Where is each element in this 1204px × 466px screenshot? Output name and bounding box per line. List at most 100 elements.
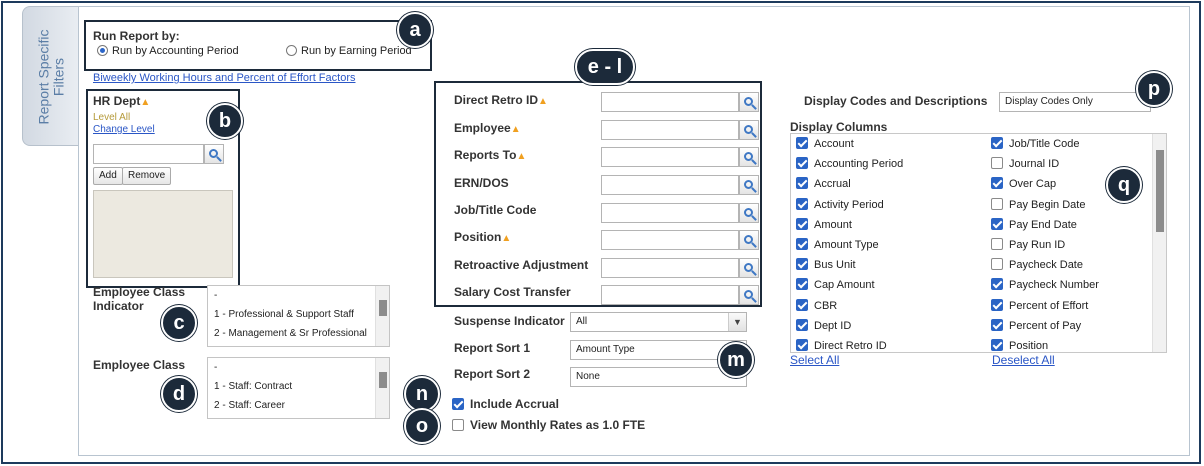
display-column-checkbox[interactable]: Over Cap bbox=[991, 177, 1056, 190]
checkbox-checked-icon bbox=[796, 298, 808, 311]
display-column-checkbox[interactable]: Pay Begin Date bbox=[991, 197, 1085, 211]
scrollbar[interactable] bbox=[1152, 134, 1166, 352]
ern-dos-input[interactable] bbox=[601, 175, 739, 195]
checkbox-checked-icon bbox=[991, 339, 1003, 351]
display-column-checkbox[interactable]: Activity Period bbox=[796, 197, 884, 211]
display-column-checkbox[interactable]: Position bbox=[991, 339, 1048, 352]
position-input[interactable] bbox=[601, 230, 739, 250]
scroll-thumb[interactable] bbox=[1156, 150, 1164, 232]
retroactive-adjustment-search-button[interactable] bbox=[739, 258, 759, 278]
display-column-checkbox[interactable]: Accounting Period bbox=[796, 157, 903, 170]
display-column-checkbox[interactable]: Cap Amount bbox=[796, 278, 875, 291]
display-column-checkbox[interactable]: Direct Retro ID bbox=[796, 339, 887, 352]
include-accrual-checkbox[interactable]: Include Accrual bbox=[452, 397, 559, 411]
list-item[interactable]: 2 - Management & Sr Professional bbox=[208, 324, 389, 343]
checkbox-empty-icon bbox=[991, 238, 1003, 250]
search-icon bbox=[743, 151, 753, 161]
remove-button[interactable]: Remove bbox=[122, 167, 172, 185]
checkbox-checked-icon bbox=[796, 157, 808, 170]
hr-dept-selection-list[interactable] bbox=[93, 190, 233, 278]
display-column-checkbox[interactable]: Paycheck Date bbox=[991, 258, 1083, 271]
badge-o: o bbox=[404, 408, 440, 444]
employee-input[interactable] bbox=[601, 120, 739, 140]
checkbox-checked-icon bbox=[796, 278, 808, 291]
display-codes-select[interactable]: Display Codes Only bbox=[999, 92, 1151, 112]
display-codes-label: Display Codes and Descriptions bbox=[804, 94, 988, 108]
checkbox-checked-icon bbox=[991, 217, 1003, 230]
job-title-code-label: Job/Title Code bbox=[454, 203, 537, 217]
hr-dept-search-button[interactable] bbox=[204, 144, 224, 164]
employee-label: Employee▲ bbox=[454, 121, 521, 135]
run-report-title: Run Report by: bbox=[93, 29, 180, 43]
hr-dept-input[interactable] bbox=[93, 144, 204, 164]
list-item[interactable]: 2 - Staff: Career bbox=[208, 396, 389, 415]
list-item[interactable]: 1 - Professional & Support Staff bbox=[208, 305, 389, 324]
chevron-down-icon[interactable]: ▼ bbox=[728, 313, 746, 331]
radio-earning-period[interactable]: Run by Earning Period bbox=[286, 45, 412, 57]
display-column-checkbox[interactable]: Percent of Effort bbox=[991, 298, 1088, 312]
suspense-indicator-select[interactable]: All ▼ bbox=[570, 312, 747, 332]
display-column-checkbox[interactable]: Paycheck Number bbox=[991, 278, 1099, 291]
display-column-label: Amount bbox=[814, 218, 852, 231]
badge-d: d bbox=[161, 376, 197, 412]
display-column-checkbox[interactable]: Journal ID bbox=[991, 157, 1059, 170]
reports-to-input[interactable] bbox=[601, 147, 739, 167]
change-level-link[interactable]: Change Level bbox=[93, 124, 155, 135]
report-specific-filters-tab[interactable]: Report Specific Filters bbox=[22, 6, 78, 146]
salary-cost-transfer-search-button[interactable] bbox=[739, 285, 759, 305]
list-item[interactable]: - bbox=[208, 286, 389, 305]
employee-class-indicator-list[interactable]: - 1 - Professional & Support Staff 2 - M… bbox=[207, 285, 390, 347]
employee-class-list[interactable]: - 1 - Staff: Contract 2 - Staff: Career bbox=[207, 357, 390, 419]
employee-search-button[interactable] bbox=[739, 120, 759, 140]
display-column-checkbox[interactable]: Pay Run ID bbox=[991, 238, 1065, 251]
monthly-rates-checkbox[interactable]: View Monthly Rates as 1.0 FTE bbox=[452, 418, 645, 432]
display-column-label: Amount Type bbox=[814, 239, 879, 251]
checkbox-empty-icon bbox=[452, 419, 464, 431]
retroactive-adjustment-input[interactable] bbox=[601, 258, 739, 278]
display-column-checkbox[interactable]: Dept ID bbox=[796, 318, 851, 332]
display-column-checkbox[interactable]: Pay End Date bbox=[991, 217, 1077, 231]
checkbox-checked-icon bbox=[991, 278, 1003, 291]
job-title-code-search-button[interactable] bbox=[739, 203, 759, 223]
checkbox-checked-icon bbox=[796, 258, 808, 271]
scroll-thumb[interactable] bbox=[379, 300, 387, 316]
factors-link[interactable]: Biweekly Working Hours and Percent of Ef… bbox=[93, 72, 355, 84]
scrollbar[interactable] bbox=[375, 286, 389, 346]
select-all-link[interactable]: Select All bbox=[790, 353, 839, 367]
checkbox-checked-icon bbox=[796, 197, 808, 210]
display-column-label: Bus Unit bbox=[814, 259, 856, 272]
display-column-label: Cap Amount bbox=[814, 279, 875, 292]
display-column-checkbox[interactable]: Account bbox=[796, 137, 854, 150]
display-column-checkbox[interactable]: Job/Title Code bbox=[991, 137, 1080, 150]
reports-to-search-button[interactable] bbox=[739, 147, 759, 167]
display-column-label: Paycheck Date bbox=[1009, 259, 1083, 272]
search-icon bbox=[743, 262, 753, 272]
scroll-thumb[interactable] bbox=[379, 372, 387, 388]
display-column-checkbox[interactable]: Bus Unit bbox=[796, 258, 856, 271]
checkbox-checked-icon bbox=[796, 177, 808, 190]
display-column-checkbox[interactable]: Amount bbox=[796, 217, 852, 231]
position-search-button[interactable] bbox=[739, 230, 759, 250]
job-title-code-input[interactable] bbox=[601, 203, 739, 223]
salary-cost-transfer-input[interactable] bbox=[601, 285, 739, 305]
add-button[interactable]: Add bbox=[93, 167, 123, 185]
display-column-checkbox[interactable]: Percent of Pay bbox=[991, 318, 1081, 332]
warning-icon: ▲ bbox=[510, 124, 521, 135]
display-column-checkbox[interactable]: CBR bbox=[796, 298, 837, 312]
display-column-label: Account bbox=[814, 138, 854, 150]
list-item[interactable]: 1 - Staff: Contract bbox=[208, 377, 389, 396]
checkbox-checked-icon bbox=[796, 217, 808, 230]
display-column-checkbox[interactable]: Accrual bbox=[796, 177, 851, 190]
side-tab-label: Report Specific Filters bbox=[35, 29, 66, 125]
checkbox-empty-icon bbox=[991, 258, 1003, 271]
checkbox-checked-icon bbox=[796, 238, 808, 250]
deselect-all-link[interactable]: Deselect All bbox=[992, 353, 1055, 367]
scrollbar[interactable] bbox=[375, 358, 389, 418]
direct-retro-id-search-button[interactable] bbox=[739, 92, 759, 112]
display-column-checkbox[interactable]: Amount Type bbox=[796, 238, 879, 251]
ern-dos-search-button[interactable] bbox=[739, 175, 759, 195]
radio-accounting-period[interactable]: Run by Accounting Period bbox=[97, 45, 239, 57]
badge-a: a bbox=[397, 12, 433, 48]
direct-retro-id-input[interactable] bbox=[601, 92, 739, 112]
list-item[interactable]: - bbox=[208, 358, 389, 377]
